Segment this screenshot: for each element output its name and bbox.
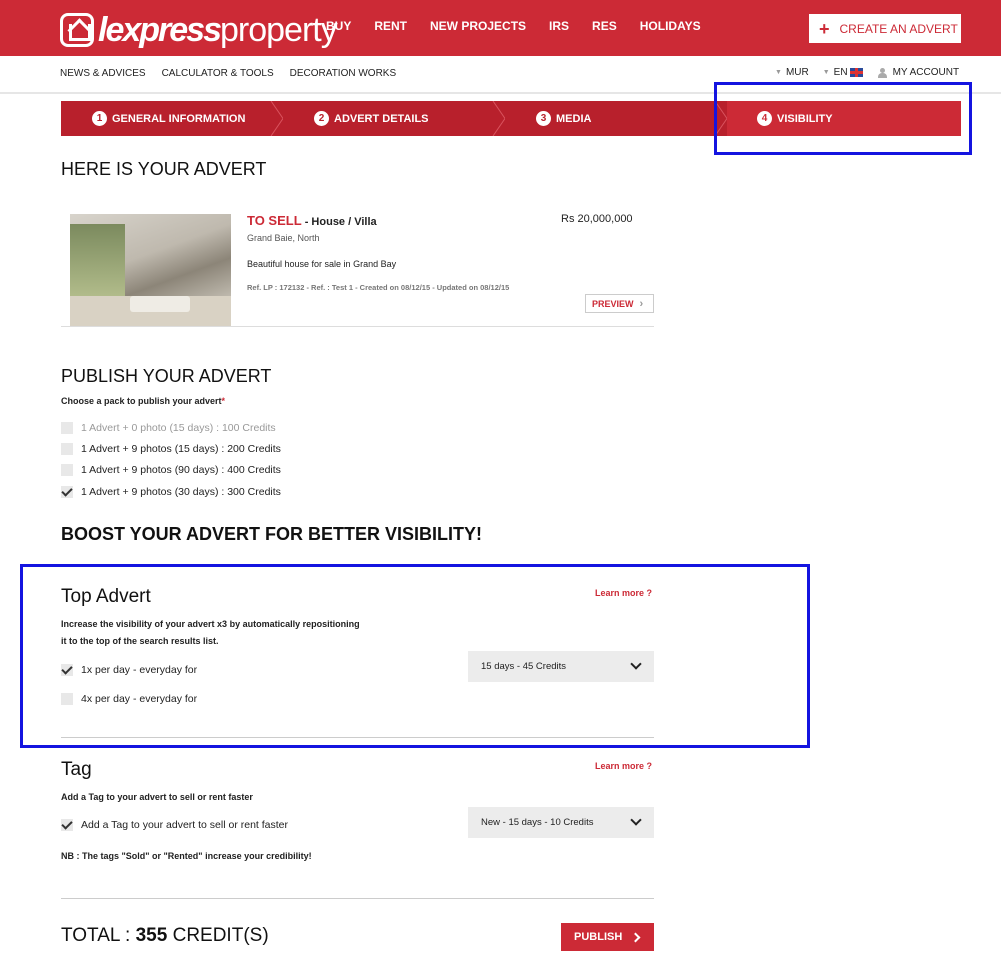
step-label: ADVERT DETAILS <box>334 112 429 125</box>
select-value: 15 days - 45 Credits <box>481 661 567 672</box>
checkbox-checked[interactable] <box>61 486 73 498</box>
my-account-link[interactable]: MY ACCOUNT <box>877 67 959 78</box>
section-divider <box>61 898 654 899</box>
advert-title: TO SELL - House / Villa <box>247 213 377 228</box>
top-advert-description: Increase the visibility of your advert x… <box>61 619 360 646</box>
step-number: 1 <box>92 111 107 126</box>
tag-learn-more[interactable]: Learn more ? <box>595 761 652 771</box>
section-divider <box>61 737 654 738</box>
user-tools: ▼ MUR ▼ EN MY ACCOUNT <box>775 67 959 78</box>
tag-description: Add a Tag to your advert to sell or rent… <box>61 792 253 802</box>
nav-buy[interactable]: BUY <box>326 19 351 33</box>
chevron-down-icon <box>630 814 642 826</box>
step-advert-details[interactable]: 2 ADVERT DETAILS <box>283 101 506 136</box>
create-advert-label: CREATE AN ADVERT <box>839 21 958 36</box>
pack-option[interactable]: 1 Advert + 9 photos (90 days) : 400 Cred… <box>61 464 281 476</box>
user-icon <box>877 67 887 78</box>
pack-option[interactable]: 1 Advert + 9 photos (15 days) : 200 Cred… <box>61 443 281 455</box>
advert-status: TO SELL <box>247 213 302 228</box>
tag-option[interactable]: Add a Tag to your advert to sell or rent… <box>61 819 288 831</box>
step-general-information[interactable]: 1 GENERAL INFORMATION <box>61 101 284 136</box>
advert-reference: Ref. LP : 172132 - Ref. : Test 1 - Creat… <box>247 283 510 292</box>
advert-description: Beautiful house for sale in Grand Bay <box>247 259 397 269</box>
required-marker: * <box>221 396 226 406</box>
total-value: 355 <box>135 925 168 946</box>
publish-button[interactable]: PUBLISH <box>561 923 654 951</box>
checkbox[interactable] <box>61 693 73 705</box>
uk-flag-icon <box>849 68 863 77</box>
chevron-down-icon <box>630 658 642 670</box>
subnav-decoration[interactable]: DECORATION WORKS <box>290 68 396 79</box>
advert-price: Rs 20,000,000 <box>561 213 633 225</box>
chevron-right-icon <box>630 932 641 942</box>
pack-label: 1 Advert + 9 photos (30 days) : 300 Cred… <box>81 486 281 498</box>
subnav-news[interactable]: NEWS & ADVICES <box>60 68 146 79</box>
select-value: New - 15 days - 10 Credits <box>481 817 594 828</box>
nav-rent[interactable]: RENT <box>374 19 407 33</box>
checkbox[interactable] <box>61 464 73 476</box>
total-credits: TOTAL : 355 CREDIT(S) <box>61 925 269 946</box>
caret-down-icon: ▼ <box>822 69 830 76</box>
subnav-calculator[interactable]: CALCULATOR & TOOLS <box>162 68 274 79</box>
pack-label: 1 Advert + 0 photo (15 days) : 100 Credi… <box>81 422 276 434</box>
tag-select[interactable]: New - 15 days - 10 Credits <box>468 807 654 838</box>
tag-title: Tag <box>61 759 92 780</box>
step-separator-icon <box>270 101 284 136</box>
preview-button[interactable]: PREVIEW › <box>585 294 654 313</box>
language-selector[interactable]: ▼ EN <box>823 67 863 78</box>
main-nav: BUY RENT NEW PROJECTS IRS RES HOLIDAYS <box>326 19 724 33</box>
chevron-right-icon: › <box>639 297 644 310</box>
caret-down-icon: ▼ <box>775 69 782 76</box>
step-number: 2 <box>314 111 329 126</box>
publish-label: PUBLISH <box>574 931 623 943</box>
advert-type: - House / Villa <box>301 216 377 228</box>
option-label: 4x per day - everyday for <box>81 693 198 705</box>
nav-irs[interactable]: IRS <box>549 19 569 33</box>
publish-heading: PUBLISH YOUR ADVERT <box>61 366 272 386</box>
currency-selector[interactable]: ▼ MUR <box>775 67 809 78</box>
top-advert-title: Top Advert <box>61 586 151 607</box>
house-logo-icon <box>60 13 94 47</box>
sub-nav: NEWS & ADVICES CALCULATOR & TOOLS DECORA… <box>60 68 412 79</box>
checkbox[interactable] <box>61 443 73 455</box>
pack-label: 1 Advert + 9 photos (90 days) : 400 Cred… <box>81 464 281 476</box>
plus-icon: + <box>819 18 830 39</box>
top-advert-duration-select[interactable]: 15 days - 45 Credits <box>468 651 654 682</box>
option-label: 1x per day - everyday for <box>81 664 198 676</box>
tag-note: NB : The tags "Sold" or "Rented" increas… <box>61 851 312 861</box>
step-media[interactable]: 3 MEDIA <box>505 101 728 136</box>
pack-option[interactable]: 1 Advert + 9 photos (30 days) : 300 Cred… <box>61 486 281 498</box>
nav-new-projects[interactable]: NEW PROJECTS <box>430 19 526 33</box>
visibility-highlight <box>714 82 972 155</box>
top-advert-option-1x[interactable]: 1x per day - everyday for <box>61 664 197 676</box>
checkbox-checked[interactable] <box>61 664 73 676</box>
advert-card: TO SELL - House / Villa Rs 20,000,000 Gr… <box>61 205 654 327</box>
top-header: lexpressproperty BUY RENT NEW PROJECTS I… <box>0 0 1001 56</box>
option-label: Add a Tag to your advert to sell or rent… <box>81 819 289 831</box>
logo[interactable]: lexpressproperty <box>60 10 338 50</box>
create-advert-button[interactable]: + CREATE AN ADVERT <box>809 14 961 43</box>
advert-heading: HERE IS YOUR ADVERT <box>61 159 267 179</box>
step-separator-icon <box>492 101 506 136</box>
advert-photo[interactable] <box>70 214 231 326</box>
checkbox-checked[interactable] <box>61 819 73 831</box>
nav-res[interactable]: RES <box>592 19 617 33</box>
advert-location: Grand Baie, North <box>247 233 320 243</box>
nav-holidays[interactable]: HOLIDAYS <box>640 19 701 33</box>
choose-pack-label: Choose a pack to publish your advert* <box>61 396 226 406</box>
logo-text: lexpressproperty <box>98 10 338 49</box>
pack-option[interactable]: 1 Advert + 0 photo (15 days) : 100 Credi… <box>61 422 276 434</box>
step-number: 3 <box>536 111 551 126</box>
top-advert-option-4x[interactable]: 4x per day - everyday for <box>61 693 197 705</box>
preview-label: PREVIEW <box>592 298 634 309</box>
checkbox[interactable] <box>61 422 73 434</box>
pack-label: 1 Advert + 9 photos (15 days) : 200 Cred… <box>81 443 281 455</box>
step-label: MEDIA <box>556 112 592 125</box>
boost-heading: BOOST YOUR ADVERT FOR BETTER VISIBILITY! <box>61 524 483 544</box>
step-label: GENERAL INFORMATION <box>112 112 246 125</box>
top-advert-learn-more[interactable]: Learn more ? <box>595 588 652 598</box>
